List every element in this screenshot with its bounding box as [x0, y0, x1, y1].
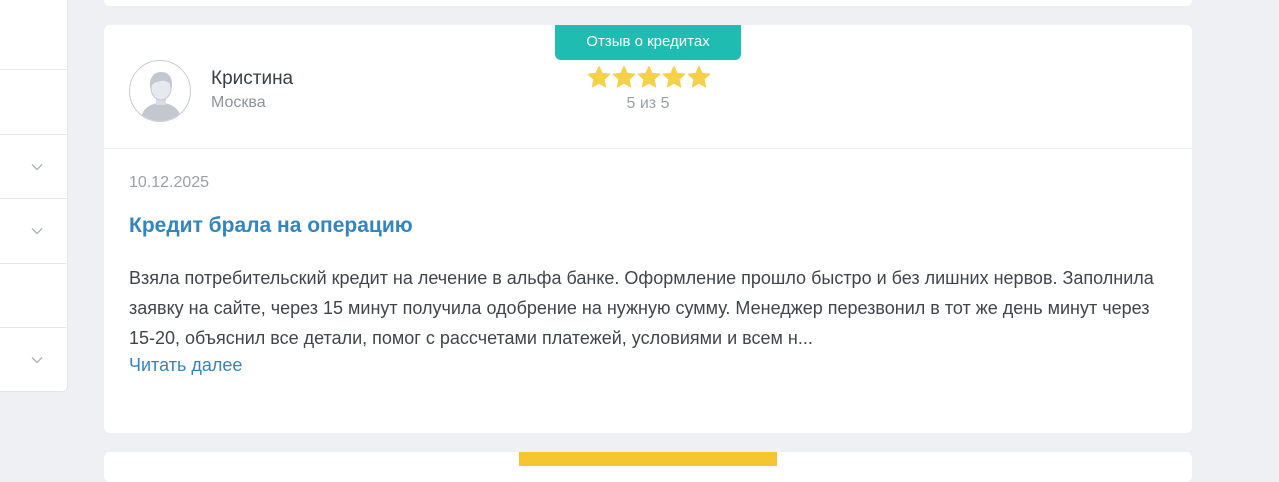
filter-sidebar [0, 0, 68, 392]
author-city: Москва [211, 94, 266, 111]
read-more-link[interactable]: Читать далее [129, 355, 242, 376]
star-icon [612, 66, 636, 88]
avatar [129, 60, 191, 122]
author-name: Кристина [211, 68, 294, 89]
user-avatar-icon [140, 72, 182, 121]
review-category-badge: Отзыв о кредитах [555, 25, 741, 60]
sidebar-item-1[interactable] [0, 5, 67, 69]
star-icon [662, 66, 686, 88]
star-rating [587, 65, 711, 91]
star-icon [587, 66, 611, 88]
previous-review-card [104, 0, 1192, 6]
star-icon [637, 66, 661, 88]
sidebar-item-4[interactable] [0, 199, 67, 263]
chevron-down-icon [31, 357, 43, 364]
review-title-link[interactable]: Кредит брала на операцию [129, 214, 413, 238]
star-icon [687, 66, 711, 88]
sidebar-item-6[interactable] [0, 328, 67, 392]
sidebar-item-3[interactable] [0, 135, 67, 199]
card-divider [104, 148, 1192, 149]
chevron-down-icon [31, 228, 43, 235]
review-text: Взяла потребительский кредит на лечение … [129, 268, 1154, 348]
next-review-card [104, 452, 1192, 482]
review-date: 10.12.2025 [129, 174, 210, 191]
rating-text: 5 из 5 [626, 95, 670, 112]
review-card: Отзыв о кредитах Кристина Москва 5 из 5 … [104, 25, 1192, 433]
sidebar-item-5[interactable] [0, 264, 67, 328]
sidebar-item-2[interactable] [0, 70, 67, 134]
chevron-down-icon [31, 164, 43, 171]
